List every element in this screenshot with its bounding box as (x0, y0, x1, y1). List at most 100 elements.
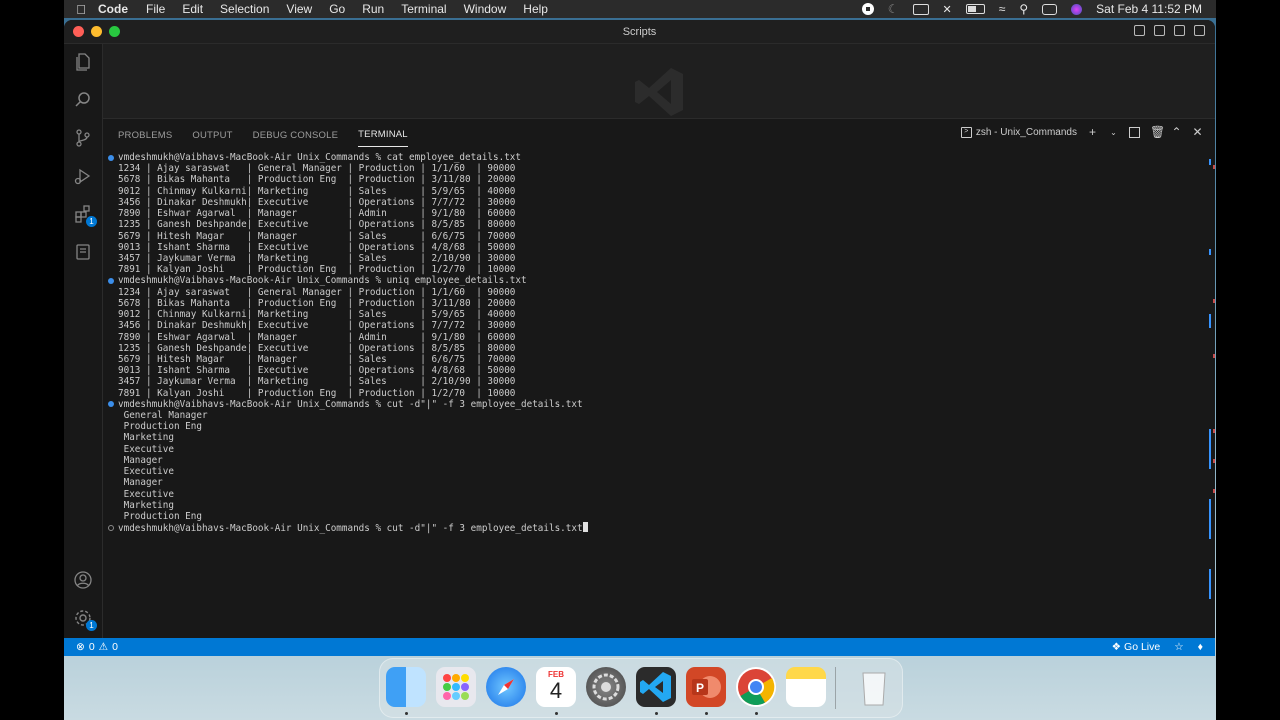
trash-dock-icon[interactable] (854, 667, 894, 707)
terminal-line-text: Manager (118, 477, 163, 489)
tab-problems[interactable]: PROBLEMS (118, 122, 172, 147)
terminal-line-text: 5679 | Hitesh Magar | Manager | Sales | … (118, 230, 516, 242)
terminal-line-text: 5679 | Hitesh Magar | Manager | Sales | … (118, 353, 516, 365)
launchpad-icon[interactable] (436, 667, 476, 707)
error-icon: ⊗ (76, 641, 85, 653)
system-preferences-icon[interactable] (586, 667, 626, 707)
maximize-panel-icon[interactable]: ⌃ (1171, 126, 1182, 138)
close-panel-icon[interactable]: ✕ (1192, 126, 1203, 138)
chevron-down-icon[interactable]: ⌄ (1108, 127, 1119, 138)
scroll-mark-error (1213, 354, 1215, 358)
trash-icon[interactable]: 🗑 (1150, 126, 1165, 138)
terminal-line-text: Production Eng (118, 421, 202, 433)
moon-icon[interactable]: ☾ (888, 2, 899, 16)
menu-file[interactable]: File (146, 2, 165, 16)
terminal-icon: > (960, 127, 972, 138)
explorer-icon[interactable] (73, 52, 93, 72)
command-decoration-icon[interactable] (108, 154, 114, 161)
extensions-icon[interactable]: 1 (73, 204, 97, 227)
bottom-panel: PROBLEMS OUTPUT DEBUG CONSOLE TERMINAL >… (103, 118, 1215, 638)
calendar-icon[interactable]: FEB 4 (536, 667, 576, 707)
apple-menu-icon[interactable]:  (64, 2, 98, 17)
notes-icon[interactable] (786, 667, 826, 707)
vscode-dock-icon[interactable] (636, 667, 676, 707)
terminal-line-text: vmdeshmukh@Vaibhavs-MacBook-Air Unix_Com… (118, 523, 583, 535)
run-debug-icon[interactable] (73, 166, 93, 186)
terminal-output[interactable]: vmdeshmukh@Vaibhavs-MacBook-Air Unix_Com… (103, 152, 1203, 638)
app-menu[interactable]: Code (98, 2, 128, 16)
chrome-icon[interactable] (736, 667, 776, 707)
macos-menubar:  Code File Edit Selection View Go Run T… (64, 0, 1216, 18)
split-terminal-icon[interactable] (1129, 127, 1140, 138)
toggle-secondary-sidebar-icon[interactable] (1174, 25, 1185, 36)
terminal-output-line: 1234 | Ajay saraswat | General Manager |… (103, 287, 1203, 298)
command-decoration-icon[interactable] (108, 524, 114, 531)
scroll-mark (1209, 314, 1211, 328)
menu-go[interactable]: Go (329, 2, 345, 16)
terminal-output-line: Production Eng (103, 511, 1203, 522)
running-indicator (755, 712, 758, 715)
warning-count: 0 (112, 641, 118, 653)
error-count: 0 (88, 641, 95, 653)
spotlight-search-icon[interactable]: ⚲ (1019, 2, 1028, 16)
search-icon[interactable] (73, 90, 93, 110)
menu-window[interactable]: Window (464, 2, 507, 16)
accounts-status-icon[interactable]: ☆ (1174, 641, 1183, 653)
terminal-line-text: Executive (118, 443, 174, 455)
terminal-output-line: 7891 | Kalyan Joshi | Production Eng | P… (103, 264, 1203, 275)
terminal-output-line: Executive (103, 466, 1203, 477)
menu-terminal[interactable]: Terminal (401, 2, 446, 16)
tab-debug-console[interactable]: DEBUG CONSOLE (253, 122, 338, 147)
window-title: Scripts (622, 25, 657, 38)
terminal-output-line: Marketing (103, 500, 1203, 511)
battery-icon[interactable] (965, 4, 985, 14)
record-stop-icon[interactable] (861, 3, 874, 15)
menubar-clock[interactable]: Sat Feb 4 11:52 PM (1096, 2, 1202, 16)
problems-status[interactable]: ⊗ 0 ⚠ 0 (64, 641, 118, 653)
go-live-button[interactable]: ❖ Go Live (1112, 641, 1161, 653)
source-control-icon[interactable] (73, 128, 93, 148)
siri-icon[interactable] (1071, 3, 1083, 15)
scroll-mark (1209, 429, 1211, 469)
tab-terminal[interactable]: TERMINAL (358, 121, 408, 147)
menu-selection[interactable]: Selection (220, 2, 269, 16)
terminal-scrollbar[interactable] (1203, 159, 1215, 638)
bluetooth-icon[interactable]: ✕ (943, 3, 952, 16)
menu-help[interactable]: Help (523, 2, 548, 16)
close-window-button[interactable] (73, 26, 84, 37)
macos-dock: FEB 4 P (379, 658, 903, 718)
terminal-line-text: 9013 | Ishant Sharma | Executive | Opera… (118, 241, 516, 253)
powerpoint-icon[interactable]: P (686, 667, 726, 707)
maximize-window-button[interactable] (109, 26, 120, 37)
finder-icon[interactable] (386, 667, 426, 707)
command-decoration-icon[interactable] (108, 401, 114, 408)
control-center-icon[interactable] (1042, 3, 1058, 15)
panel-actions: > zsh - Unix_Commands + ⌄ 🗑 ⌃ ✕ (960, 126, 1203, 138)
new-terminal-icon[interactable]: + (1087, 126, 1098, 138)
remote-explorer-icon[interactable] (73, 242, 93, 262)
wifi-icon[interactable]: ≈ (999, 2, 1006, 16)
minimize-window-button[interactable] (91, 26, 102, 37)
manage-gear-icon[interactable]: 1 (73, 608, 97, 631)
accounts-icon[interactable] (73, 570, 93, 590)
toggle-panel-icon[interactable] (1154, 25, 1165, 36)
tab-output[interactable]: OUTPUT (192, 122, 232, 147)
terminal-output-line: 5678 | Bikas Mahanta | Production Eng | … (103, 298, 1203, 309)
menu-view[interactable]: View (286, 2, 312, 16)
terminal-output-line: 9012 | Chinmay Kulkarni| Marketing | Sal… (103, 309, 1203, 320)
settings-badge: 1 (86, 620, 97, 631)
menu-run[interactable]: Run (362, 2, 384, 16)
terminal-instance[interactable]: > zsh - Unix_Commands (960, 127, 1077, 138)
command-decoration-icon[interactable] (108, 277, 114, 284)
terminal-output-line: 3456 | Dinakar Deshmukh| Executive | Ope… (103, 320, 1203, 331)
customize-layout-icon[interactable] (1194, 25, 1205, 36)
toggle-sidebar-icon[interactable] (1134, 25, 1145, 36)
terminal-line-text: Production Eng (118, 511, 202, 522)
terminal-prompt-line: vmdeshmukh@Vaibhavs-MacBook-Air Unix_Com… (103, 522, 1203, 535)
terminal-line-text: Manager (118, 454, 163, 466)
extensions-badge: 1 (86, 216, 97, 227)
menu-edit[interactable]: Edit (182, 2, 203, 16)
notifications-bell-icon[interactable]: ♦ (1198, 641, 1203, 653)
drive-icon[interactable] (912, 3, 929, 15)
safari-icon[interactable] (486, 667, 526, 707)
